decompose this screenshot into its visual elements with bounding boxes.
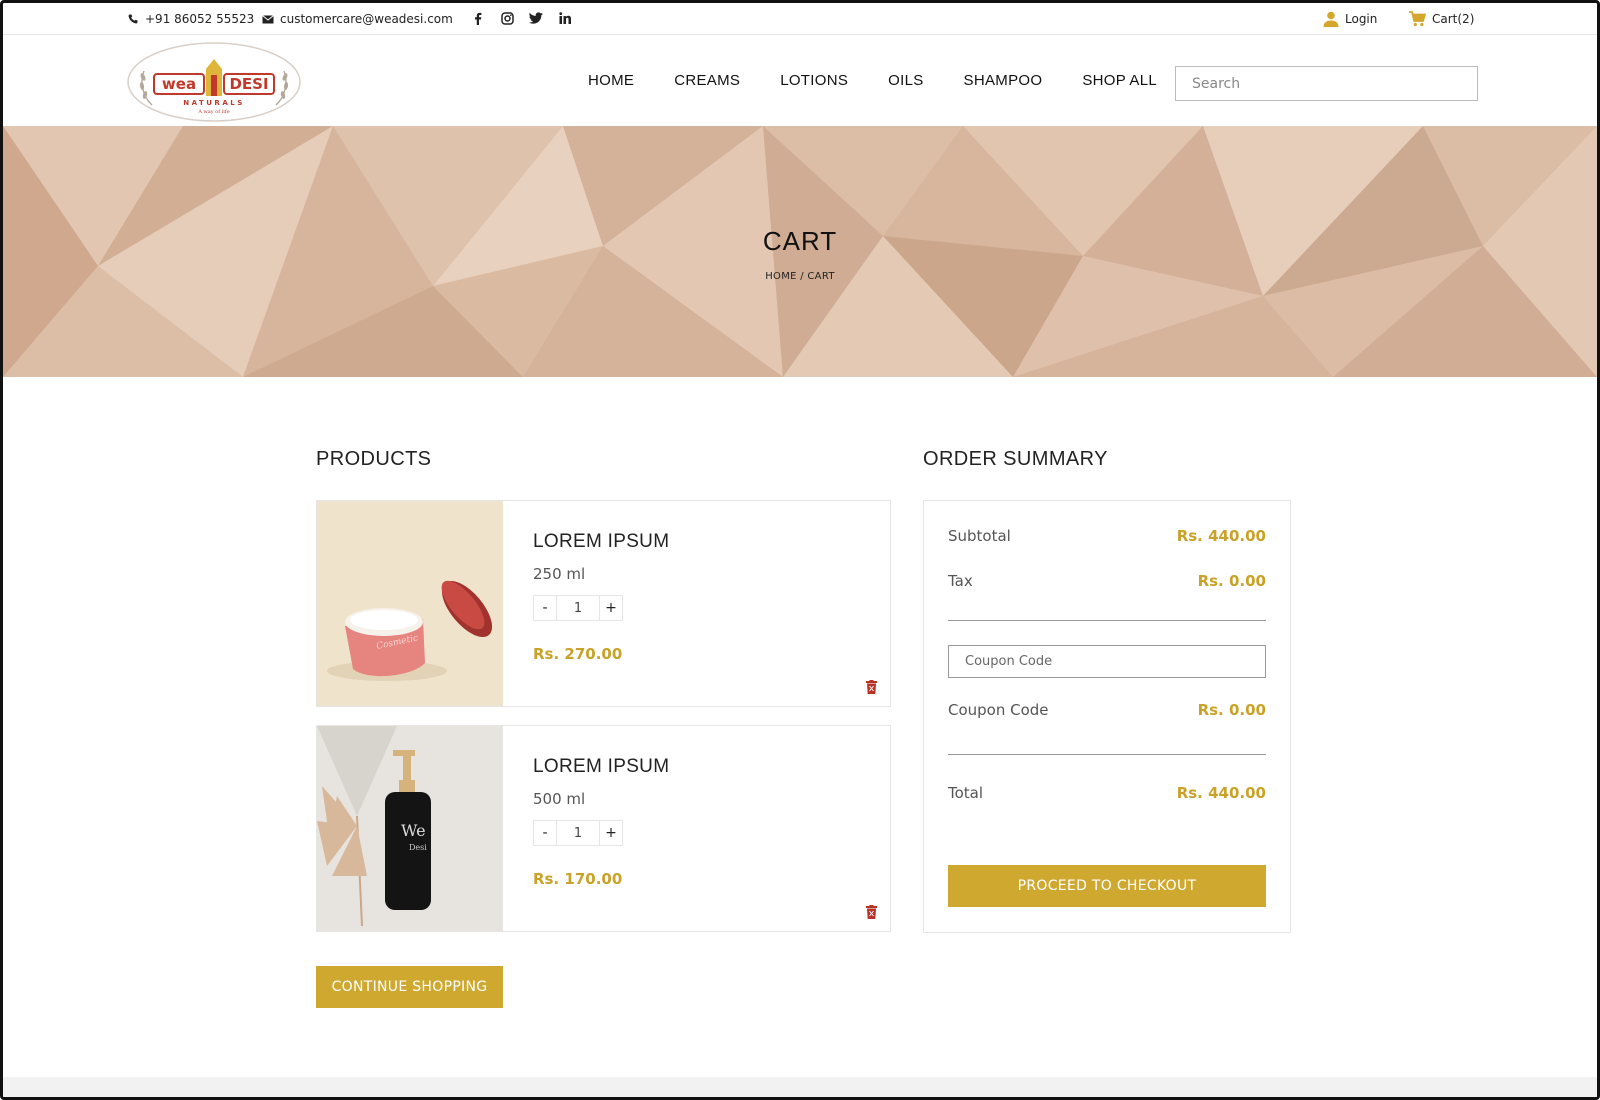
mail-icon [262,13,274,25]
decrease-qty-button[interactable]: - [534,596,556,620]
page-banner: CART HOME / CART [3,126,1597,377]
tax-row: Tax Rs. 0.00 [948,572,1266,590]
nav-lotions[interactable]: LOTIONS [780,72,848,89]
product-size: 250 ml [533,565,586,583]
footer-strip [3,1077,1597,1097]
phone-icon [127,13,139,25]
breadcrumb: HOME / CART [765,271,835,282]
svg-text:DESI: DESI [229,75,268,93]
proceed-to-checkout-button[interactable]: PROCEED TO CHECKOUT [948,865,1266,907]
social-links [471,11,572,25]
coupon-code-input[interactable] [948,645,1266,678]
order-summary-heading: ORDER SUMMARY [923,448,1108,470]
coupon-row: Coupon Code Rs. 0.00 [948,701,1266,719]
product-image-cream-jar: Cosmetic [317,501,503,706]
total-value: Rs. 440.00 [1176,784,1266,802]
search-input[interactable] [1175,66,1478,101]
increase-qty-button[interactable]: + [600,596,622,620]
quantity-stepper: - 1 + [533,820,623,846]
linkedin-icon[interactable] [558,11,572,25]
tax-label: Tax [948,572,973,590]
cart-link[interactable]: Cart(2) [1409,11,1474,27]
svg-text:Desi: Desi [409,843,427,852]
total-row: Total Rs. 440.00 [948,784,1266,802]
top-bar: +91 86052 55523 customercare@weadesi.com [3,3,1597,35]
phone-number: +91 86052 55523 [145,12,255,26]
brand-logo[interactable]: wea DESI NATURALS A way of life [126,41,302,123]
svg-text:NATURALS: NATURALS [183,99,245,107]
divider [948,754,1266,755]
divider [948,620,1266,621]
product-price: Rs. 170.00 [533,870,623,888]
subtotal-value: Rs. 440.00 [1176,527,1266,545]
nav-oils[interactable]: OILS [888,72,923,89]
email-address: customercare@weadesi.com [280,12,453,26]
main-nav: HOME CREAMS LOTIONS OILS SHAMPOO SHOP AL… [588,72,1197,89]
facebook-icon[interactable] [471,11,485,25]
nav-creams[interactable]: CREAMS [674,72,740,89]
site-header: wea DESI NATURALS A way of life HOME CRE… [3,36,1597,126]
phone-contact[interactable]: +91 86052 55523 [127,12,254,26]
subtotal-label: Subtotal [948,527,1011,545]
product-image-pump-bottle: We Desi [317,726,503,931]
coupon-value: Rs. 0.00 [1197,701,1266,719]
product-name: LOREM IPSUM [533,756,670,777]
login-link[interactable]: Login [1323,11,1377,27]
browser-frame: +91 86052 55523 customercare@weadesi.com [0,0,1600,1100]
subtotal-row: Subtotal Rs. 440.00 [948,527,1266,545]
email-contact[interactable]: customercare@weadesi.com [262,12,453,26]
svg-text:We: We [401,821,426,840]
quantity-stepper: - 1 + [533,595,623,621]
cart-item: We Desi LOREM IPSUM 500 ml - 1 + Rs. 170… [316,725,891,932]
product-size: 500 ml [533,790,586,808]
total-label: Total [948,784,984,802]
quantity-value[interactable]: 1 [556,821,600,845]
twitter-icon[interactable] [529,11,543,25]
delete-icon[interactable] [866,679,877,694]
product-price: Rs. 270.00 [533,645,623,663]
cart-label: Cart(2) [1432,12,1475,26]
cart-icon [1409,11,1426,27]
quantity-value[interactable]: 1 [556,596,600,620]
svg-text:A way of life: A way of life [197,109,229,115]
svg-text:wea: wea [162,75,196,93]
decrease-qty-button[interactable]: - [534,821,556,845]
products-heading: PRODUCTS [316,448,432,470]
page-title: CART [762,226,838,256]
nav-home[interactable]: HOME [588,72,634,89]
login-label: Login [1345,12,1378,26]
user-icon [1323,11,1339,27]
delete-icon[interactable] [866,904,877,919]
continue-shopping-button[interactable]: CONTINUE SHOPPING [316,966,503,1008]
nav-shop-all[interactable]: SHOP ALL [1082,72,1157,89]
order-summary-panel: Subtotal Rs. 440.00 Tax Rs. 0.00 Coupon … [923,500,1291,933]
coupon-label: Coupon Code [948,701,1049,719]
tax-value: Rs. 0.00 [1197,572,1266,590]
nav-shampoo[interactable]: SHAMPOO [964,72,1043,89]
increase-qty-button[interactable]: + [600,821,622,845]
cart-item: Cosmetic LOREM IPSUM 250 ml - 1 + Rs. 27… [316,500,891,707]
instagram-icon[interactable] [500,11,514,25]
product-name: LOREM IPSUM [533,531,670,552]
